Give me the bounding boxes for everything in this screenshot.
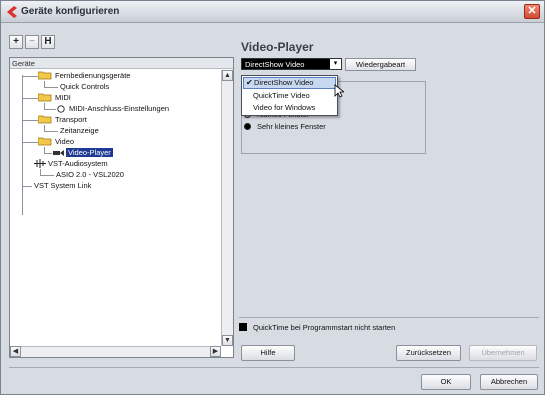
tree-node-transport[interactable]: Transport [38,114,87,125]
tree-guide-line [22,142,38,143]
tree-guide-line [22,120,38,121]
chevron-up-icon: ▲ [224,72,231,79]
tree-guide-line [40,175,54,176]
apply-button[interactable]: Übernehmen [469,345,537,361]
folder-icon [38,93,52,102]
tree-body: Fernbedienungsgeräte Quick Controls MIDI [10,70,220,346]
reset-button[interactable]: Zurücksetzen [396,345,461,361]
tree-node-midi[interactable]: MIDI [38,92,71,103]
mouse-cursor-icon [334,84,344,98]
tree-guide-line [44,87,58,88]
device-setup-window: Geräte konfigurieren ✕ + − H Geräte Fern… [0,0,545,395]
tree-guide-line [44,131,58,132]
tree-guide-line [44,109,56,110]
tree-vertical-scrollbar[interactable]: ▲ ▼ [221,70,233,346]
divider [239,317,539,318]
midi-port-icon [57,105,65,113]
select-value: DirectShow Video [245,60,305,69]
device-tree: Geräte Fernbedienungsgeräte Quick Contro… [9,57,234,358]
reset-device-button[interactable]: H [41,35,55,49]
folder-icon [38,71,52,80]
menu-item-video-for-windows[interactable]: Video for Windows [243,102,336,114]
chevron-down-icon: ▼ [224,337,231,344]
tree-column-header[interactable]: Geräte [10,58,233,69]
chevron-down-icon: ▾ [330,59,341,69]
ok-button[interactable]: OK [421,374,471,390]
video-engine-dropdown-menu: ✔ DirectShow Video QuickTime Video Video… [241,75,338,116]
close-icon: ✕ [527,5,537,17]
playback-mode-button[interactable]: Wiedergabeart [345,58,416,71]
tree-guide-line [22,186,32,187]
checkmark-icon: ✔ [246,78,253,87]
add-device-button[interactable]: + [9,35,23,49]
folder-icon [38,115,52,124]
scroll-down-button[interactable]: ▼ [222,335,233,346]
chevron-left-icon: ◀ [12,348,19,355]
tree-node-video[interactable]: Video [38,136,74,147]
audio-system-icon [34,159,46,168]
quicktime-startup-checkbox[interactable]: QuickTime bei Programmstart nicht starte… [239,323,395,333]
cubase-logo-icon [7,6,17,18]
scroll-right-button[interactable]: ▶ [210,346,221,357]
checkbox-checked-icon [239,323,247,331]
folder-icon [38,137,52,146]
remove-device-button[interactable]: − [25,35,39,49]
tree-node-remote-devices[interactable]: Fernbedienungsgeräte [38,70,130,81]
scroll-left-button[interactable]: ◀ [10,346,21,357]
menu-item-directshow[interactable]: ✔ DirectShow Video [243,77,336,89]
window-title: Geräte konfigurieren [21,6,120,17]
device-toolbar: + − H [9,35,57,49]
video-engine-select[interactable]: DirectShow Video ▾ [241,58,342,70]
tree-horizontal-scrollbar[interactable]: ◀ ▶ [10,346,221,357]
tree-guide-line [22,75,23,215]
close-button[interactable]: ✕ [524,4,540,19]
tree-node-time-display[interactable]: Zeitanzeige [60,125,99,136]
radio-very-small-window[interactable]: Sehr kleines Fenster [244,122,326,132]
help-button[interactable]: Hilfe [241,345,295,361]
tree-node-asio-driver[interactable]: ASIO 2.0 - VSL2020 [56,169,124,180]
cancel-button[interactable]: Abbrechen [480,374,538,390]
divider [9,367,539,368]
tree-guide-line [44,153,52,154]
tree-node-midi-ports[interactable]: MIDI-Anschluss-Einstellungen [57,103,169,114]
tree-guide-line [22,98,38,99]
tree-node-quick-controls[interactable]: Quick Controls [60,81,109,92]
chevron-right-icon: ▶ [212,348,219,355]
video-device-icon [53,150,64,156]
menu-item-quicktime[interactable]: QuickTime Video [243,90,336,102]
tree-node-video-player[interactable]: Video-Player [53,147,113,158]
tree-guide-line [22,76,38,77]
tree-node-vst-system-link[interactable]: VST System Link [34,180,91,191]
panel-title: Video-Player [241,40,314,54]
radio-selected-icon [244,123,251,130]
tree-node-vst-audio-system[interactable]: VST-Audiosystem [34,158,108,169]
scroll-up-button[interactable]: ▲ [222,70,233,81]
title-bar[interactable]: Geräte konfigurieren ✕ [1,1,544,23]
